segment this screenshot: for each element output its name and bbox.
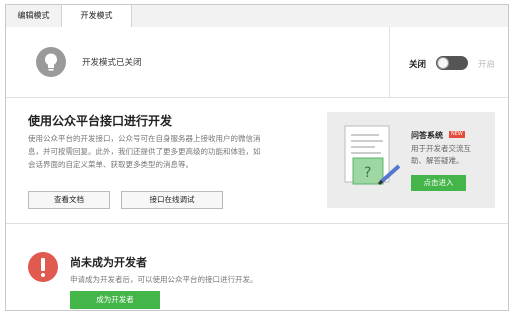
- become-developer-section: 尚未成为开发者 申请成为开发者后，可以使用公众平台的接口进行开发。 成为开发者: [6, 224, 508, 310]
- api-development-section: 使用公众平台接口进行开发 使用公众平台的开发接口，公众号可在自身服务器上接收用户…: [6, 98, 508, 224]
- qa-system-description: 用于开发者交流互 助、解答疑难。: [411, 143, 491, 167]
- developer-mode-toggle[interactable]: [436, 56, 468, 70]
- developer-mode-panel: 编辑模式 开发模式 开发模式已关闭 关闭 开启 使用公众平台接口进行开发 使用公…: [5, 4, 509, 311]
- developer-mode-status-text: 开发模式已关闭: [82, 58, 142, 68]
- qa-system-title: 问答系统: [411, 131, 443, 140]
- qa-system-card: ? 问答系统 NEW 用于开发者交流互 助、解答疑难。 点击进入: [327, 112, 495, 208]
- tab-bar: 编辑模式 开发模式: [6, 5, 508, 28]
- view-docs-button[interactable]: 查看文档: [28, 191, 110, 209]
- api-desc-line: 息，并可按需回复。此外，我们还提供了更多更高级的功能和体验，如: [28, 147, 261, 156]
- developer-status-title: 尚未成为开发者: [70, 256, 147, 269]
- exclamation-icon: [28, 252, 58, 282]
- qa-desc-line: 助、解答疑难。: [411, 156, 464, 165]
- enter-qa-button[interactable]: 点击进入: [411, 175, 466, 191]
- api-desc-line: 会话界面的自定义菜单、获取更多类型的消息等。: [28, 160, 193, 169]
- new-badge: NEW: [449, 131, 465, 138]
- tab-developer-mode[interactable]: 开发模式: [62, 5, 132, 28]
- qa-illustration-icon: ?: [344, 125, 401, 186]
- divider: [389, 27, 390, 97]
- api-section-description: 使用公众平台的开发接口，公众号可在自身服务器上接收用户的微信消 息，并可按需回复…: [28, 132, 310, 171]
- toggle-off-label: 关闭: [409, 60, 427, 70]
- qa-desc-line: 用于开发者交流互: [411, 144, 471, 153]
- toggle-on-label: 开启: [478, 60, 496, 70]
- api-desc-line: 使用公众平台的开发接口，公众号可在自身服务器上接收用户的微信消: [28, 134, 261, 143]
- lightbulb-icon: [36, 47, 66, 77]
- api-section-title: 使用公众平台接口进行开发: [28, 114, 173, 128]
- svg-text:?: ?: [364, 165, 371, 181]
- online-debug-button[interactable]: 接口在线调试: [121, 191, 223, 209]
- developer-mode-status-row: 开发模式已关闭 关闭 开启: [6, 27, 508, 98]
- tab-edit-mode[interactable]: 编辑模式: [6, 5, 62, 27]
- toggle-knob: [437, 57, 449, 69]
- developer-status-description: 申请成为开发者后，可以使用公众平台的接口进行开发。: [70, 275, 258, 284]
- become-developer-button[interactable]: 成为开发者: [70, 291, 160, 309]
